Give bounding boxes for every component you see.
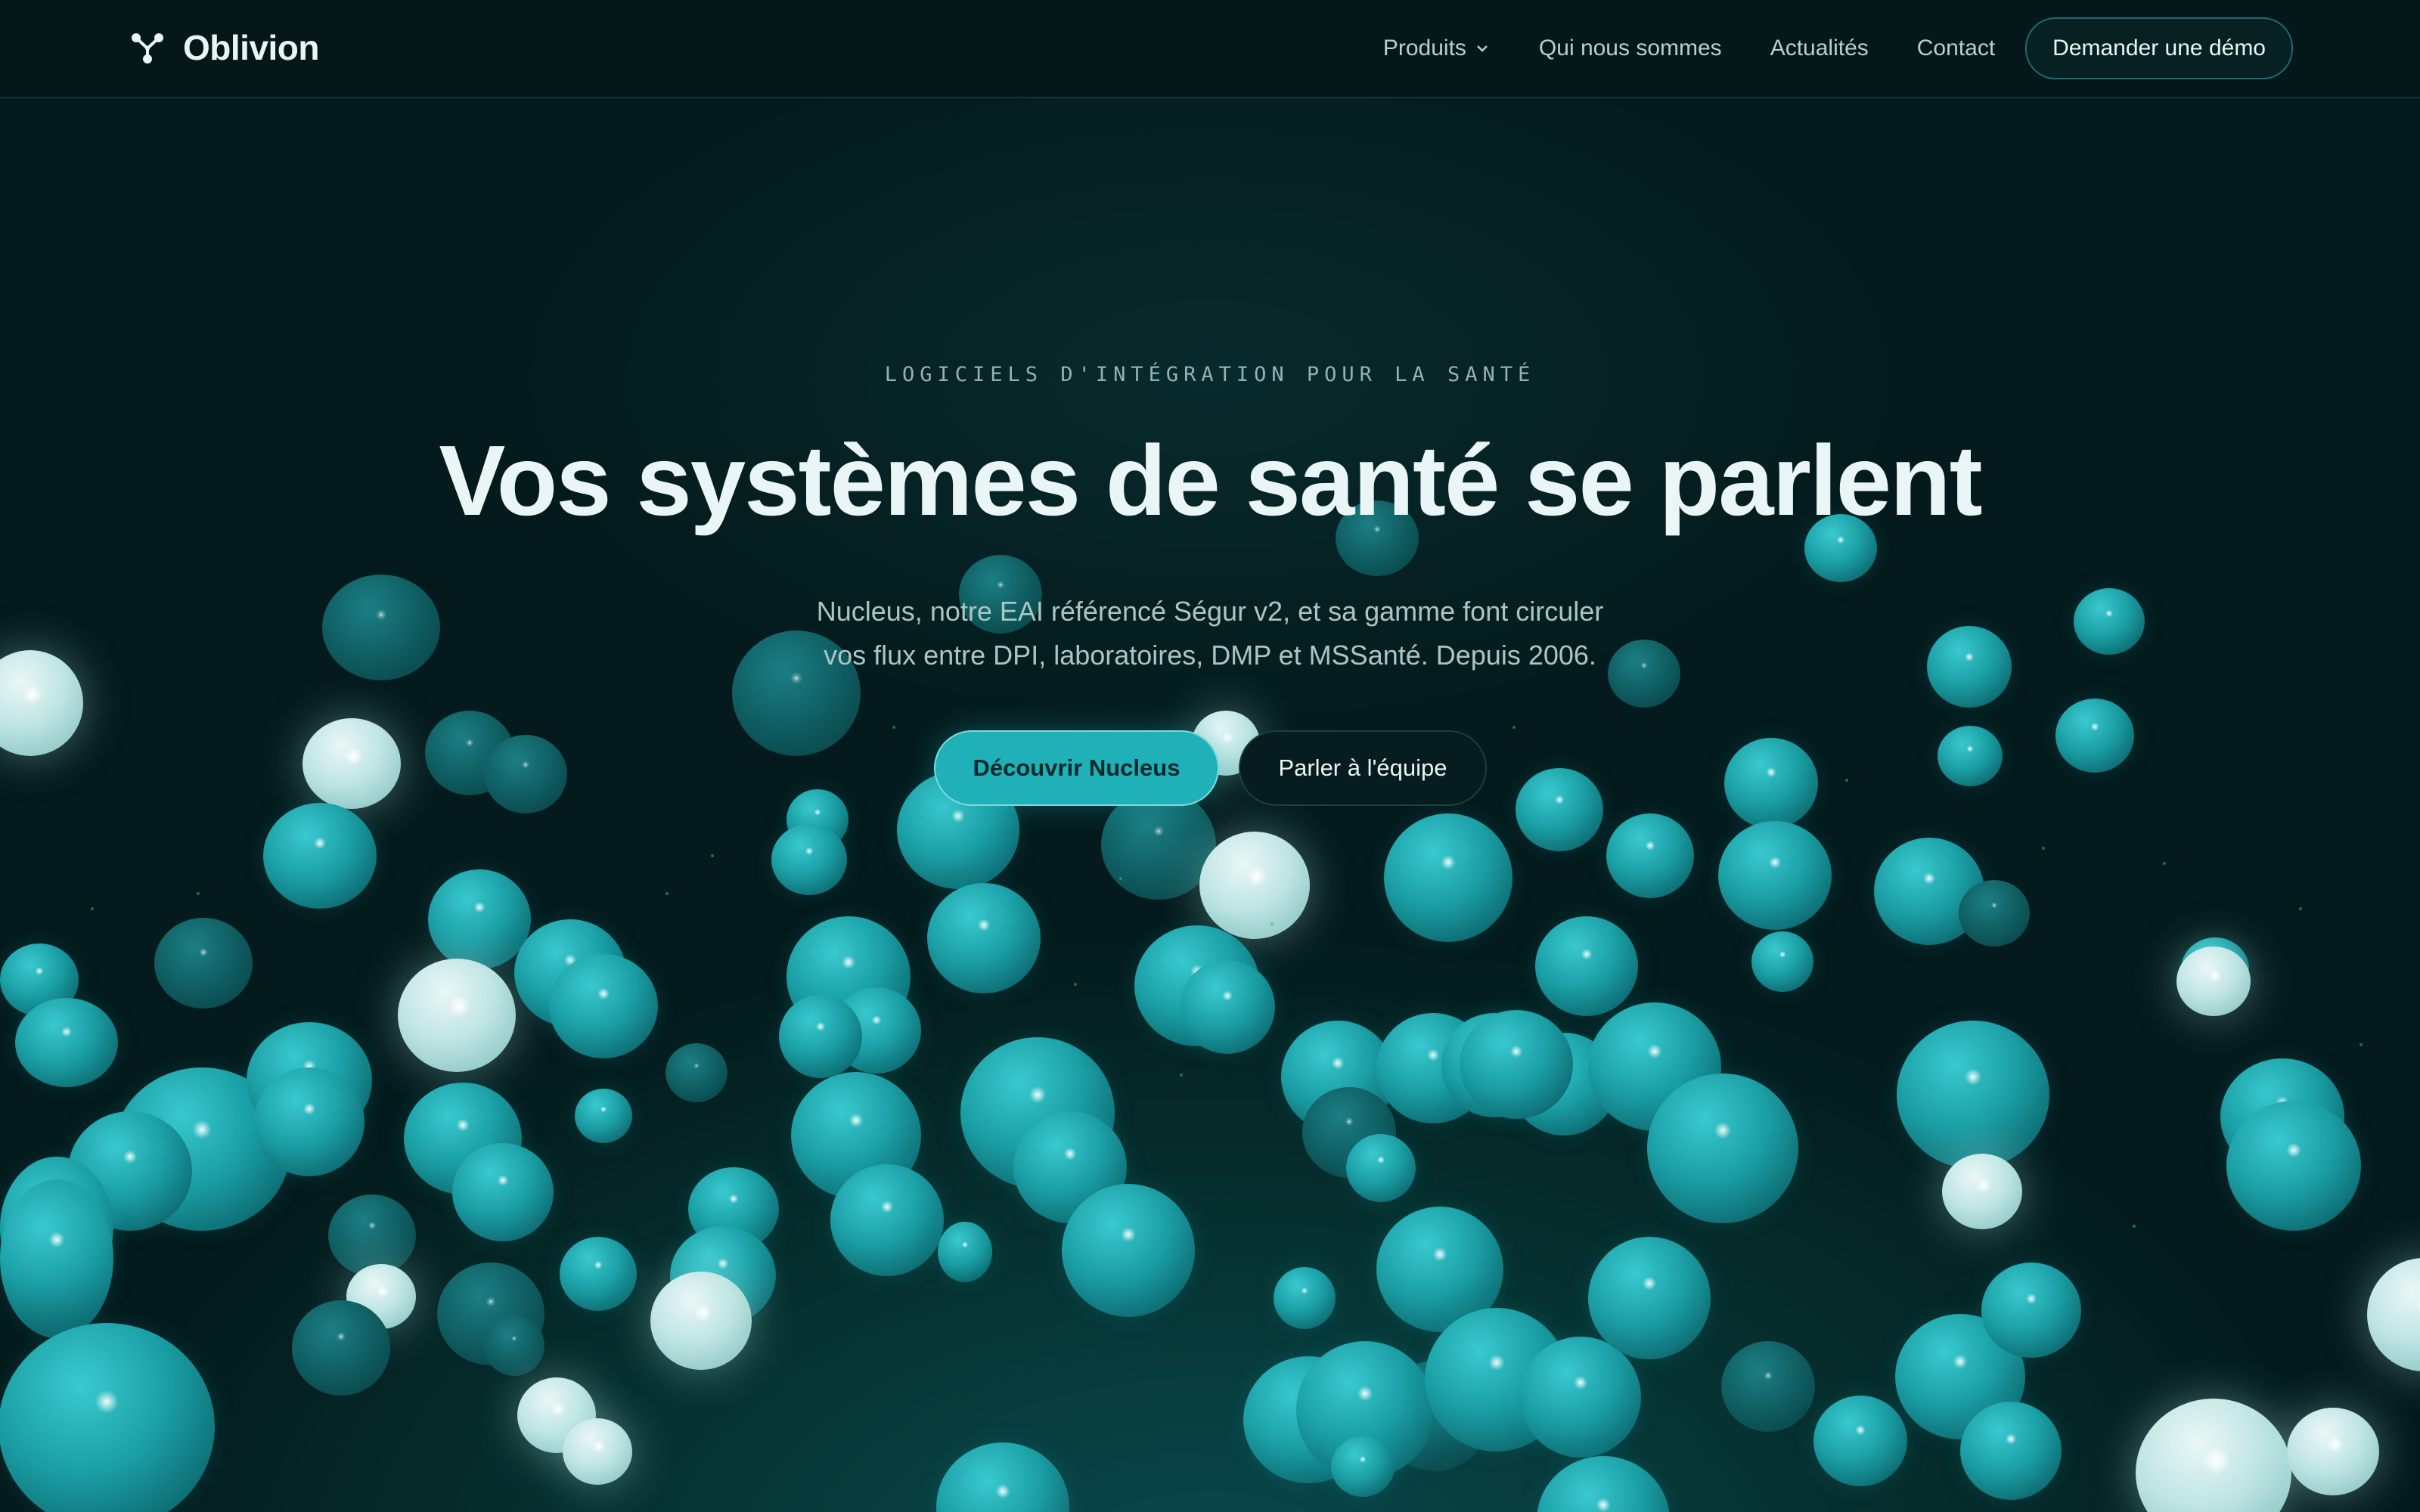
hero-cta-group: Découvrir Nucleus Parler à l'équipe (0, 730, 2420, 806)
nav-item-produits[interactable]: Produits (1383, 36, 1491, 61)
nav-item-label: Qui nous sommes (1538, 36, 1722, 60)
molecule-icon (132, 33, 163, 64)
brand-logo[interactable]: Oblivion (129, 23, 320, 73)
nav-item-actualites[interactable]: Actualités (1770, 36, 1869, 61)
hero-subtitle: Nucleus, notre EAI référencé Ségur v2, e… (681, 590, 1739, 677)
talk-to-team-button[interactable]: Parler à l'équipe (1239, 730, 1487, 806)
nav-item-label: Produits (1382, 36, 1466, 60)
hero-eyebrow: LOGICIELS D'INTÉGRATION POUR LA SANTÉ (884, 363, 1536, 386)
hero-subtitle-line: vos flux entre DPI, laboratoires, DMP et… (824, 640, 1596, 671)
hero-subtitle-line: Nucleus, notre EAI référencé Ségur v2, e… (816, 596, 1604, 627)
nav-menu: Produits Qui nous sommes Actualités Cont… (1383, 17, 2293, 79)
brand-name: Oblivion (183, 28, 320, 67)
hero-section: LOGICIELS D'INTÉGRATION POUR LA SANTÉ Vo… (0, 0, 2420, 1512)
nav-item-label: Contact (1916, 36, 1996, 60)
request-demo-button[interactable]: Demander une démo (2025, 17, 2293, 79)
discover-nucleus-button[interactable]: Découvrir Nucleus (933, 730, 1220, 806)
page: Oblivion Produits Qui nous sommes Actual… (0, 0, 2420, 1512)
chevron-down-icon (1477, 45, 1488, 52)
nav-item-qui-nous-sommes[interactable]: Qui nous sommes (1539, 36, 1722, 61)
top-navbar: Oblivion Produits Qui nous sommes Actual… (0, 0, 2420, 98)
nav-item-contact[interactable]: Contact (1917, 36, 1995, 61)
hero-title: Vos systèmes de santé se parlent (439, 425, 1982, 536)
nav-item-label: Actualités (1770, 36, 1869, 60)
